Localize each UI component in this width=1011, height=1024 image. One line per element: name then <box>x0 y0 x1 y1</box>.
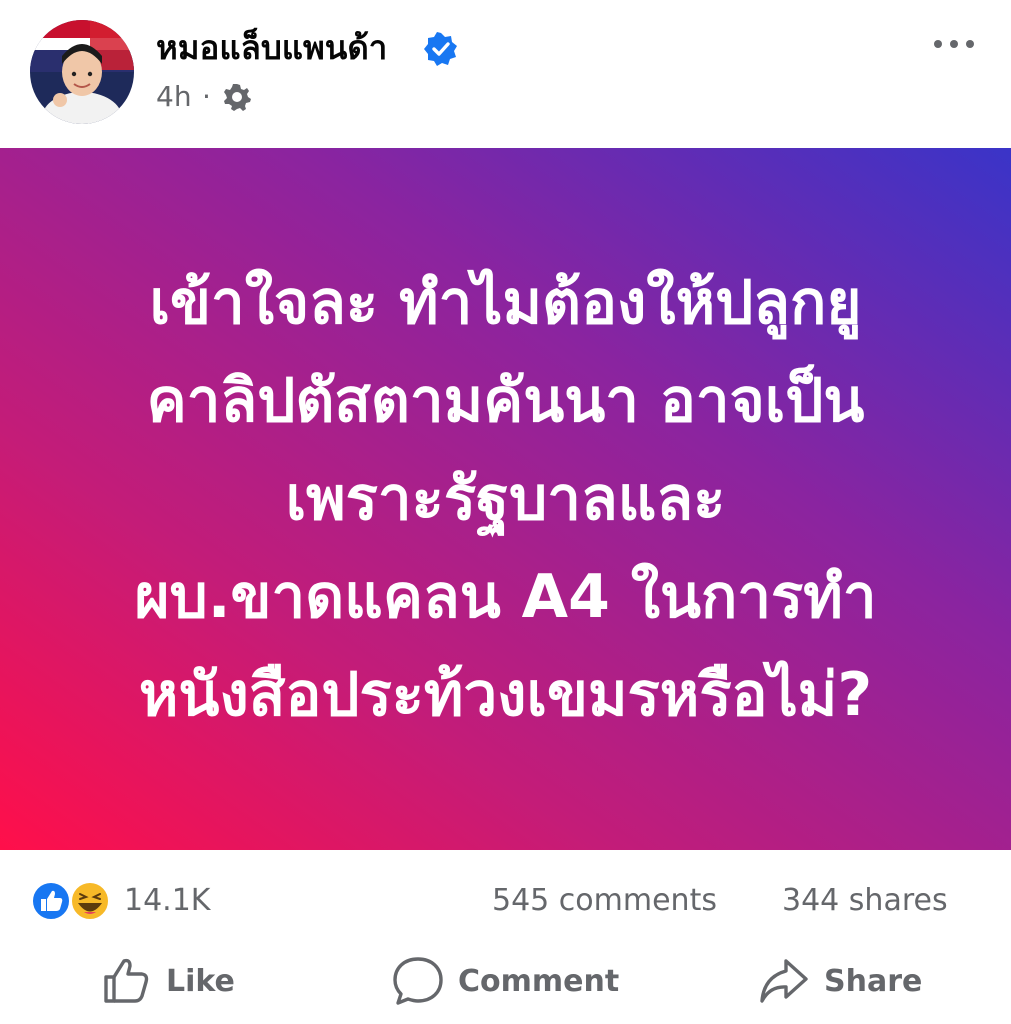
post-content-line: ผบ.ขาดแคลน A4 ในการทำ <box>134 562 877 632</box>
post-header: หมอแล็บแพนด้า 4h · <box>0 0 1011 148</box>
post-content-line: เพราะรัฐบาลและ <box>285 464 726 534</box>
reaction-count[interactable]: 14.1K <box>124 881 210 921</box>
author-name[interactable]: หมอแล็บแพนด้า <box>156 26 387 70</box>
post-content: เข้าใจละ ทำไมต้องให้ปลูกยู คาลิปตัสตามคั… <box>56 254 956 744</box>
separator-dot: · <box>202 80 211 113</box>
comment-button[interactable]: Comment <box>392 950 619 1012</box>
post-content-line: คาลิปตัสตามคันนา อาจเป็น <box>146 366 865 436</box>
share-icon <box>760 959 808 1003</box>
thumbs-up-icon <box>104 958 149 1003</box>
like-button[interactable]: Like <box>100 950 235 1012</box>
shares-count[interactable]: 344 shares <box>782 881 948 921</box>
comment-label: Comment <box>458 963 620 999</box>
share-label: Share <box>824 963 923 999</box>
author-avatar[interactable] <box>30 20 134 124</box>
like-icon <box>31 881 71 921</box>
gear-icon <box>224 84 251 111</box>
post-timestamp[interactable]: 4h <box>156 79 192 115</box>
post-content-line: เข้าใจละ ทำไมต้องให้ปลูกยู <box>149 268 862 338</box>
verified-badge-icon <box>424 32 457 66</box>
share-button[interactable]: Share <box>758 950 922 1012</box>
more-options-icon[interactable] <box>930 30 978 58</box>
comment-icon <box>393 957 443 1005</box>
like-label: Like <box>166 963 235 999</box>
post-content-line: หนังสือประท้วงเขมรหรือไม่? <box>138 660 873 730</box>
comments-count[interactable]: 545 comments <box>492 881 717 921</box>
post-background-card: เข้าใจละ ทำไมต้องให้ปลูกยู คาลิปตัสตามคั… <box>0 148 1011 850</box>
haha-icon <box>70 881 110 921</box>
reaction-icons[interactable] <box>30 880 120 922</box>
